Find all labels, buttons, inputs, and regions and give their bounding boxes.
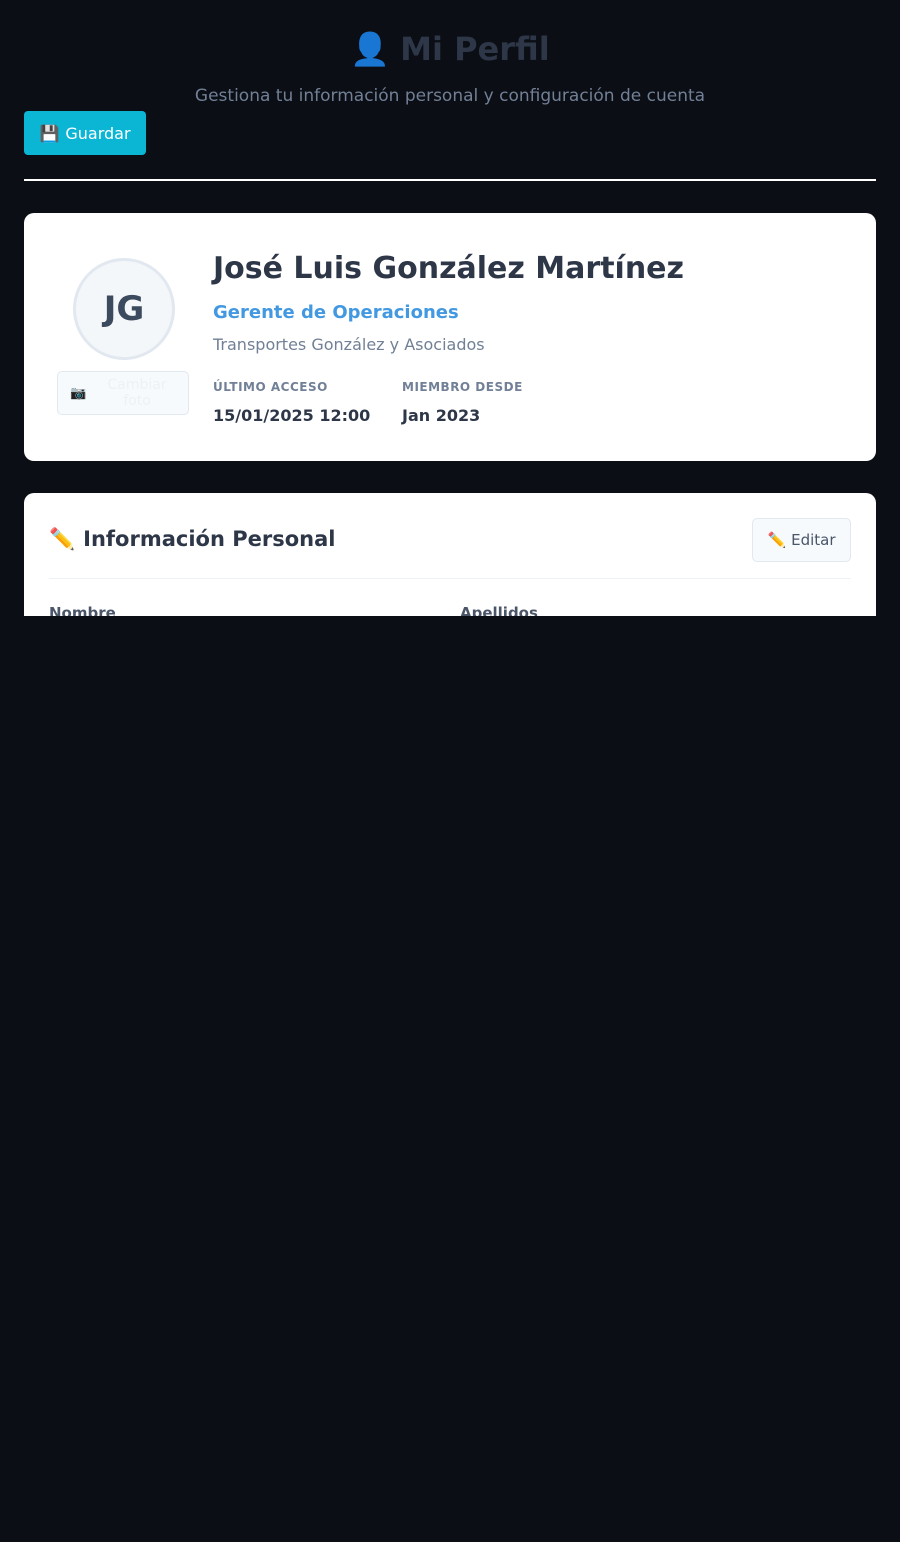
page-title: 👤 Mi Perfil <box>0 27 900 71</box>
user-icon: 👤 <box>350 30 391 68</box>
member-since-value: Jan 2023 <box>402 406 481 425</box>
edit-button[interactable]: ✏️ Editar <box>752 518 851 562</box>
change-photo-label: Cambiar foto <box>107 377 167 409</box>
member-since-block: MIEMBRO DESDE Jan 2023 <box>402 379 523 427</box>
personal-info-divider <box>49 578 851 579</box>
profile-name: José Luis González Martínez <box>213 251 684 286</box>
member-since-label: MIEMBRO DESDE <box>402 380 523 394</box>
profile-page: 👤 Mi Perfil Gestiona tu información perso… <box>0 0 900 1542</box>
avatar: JG <box>73 258 175 360</box>
profile-role: Gerente de Operaciones <box>213 302 459 323</box>
floppy-disk-icon: 💾 <box>39 123 60 143</box>
page-subtitle: Gestiona tu información personal y confi… <box>194 86 706 106</box>
header-divider <box>24 179 876 181</box>
save-button-label: Guardar <box>65 123 131 143</box>
camera-icon: 📷 <box>70 385 87 401</box>
save-button[interactable]: 💾 Guardar <box>24 111 146 155</box>
personal-info-title: ✏️ Información Personal <box>49 525 335 553</box>
last-access-label: ÚLTIMO ACCESO <box>213 380 328 394</box>
pencil-icon: ✏️ <box>49 527 76 551</box>
change-photo-button[interactable]: 📷 Cambiar foto <box>57 371 189 415</box>
edit-button-label: Editar <box>791 531 836 549</box>
last-access-block: ÚLTIMO ACCESO 15/01/2025 12:00 <box>213 379 370 427</box>
page-title-text: Mi Perfil <box>400 30 550 68</box>
profile-company: Transportes González y Asociados <box>213 335 485 354</box>
last-access-value: 15/01/2025 12:00 <box>213 406 371 425</box>
pencil-icon: ✏️ <box>767 531 787 549</box>
profile-card: JG 📷 Cambiar foto José Luis González Mart… <box>24 213 876 461</box>
viewport-cutoff <box>0 616 900 1542</box>
personal-info-title-text: Información Personal <box>83 527 336 551</box>
